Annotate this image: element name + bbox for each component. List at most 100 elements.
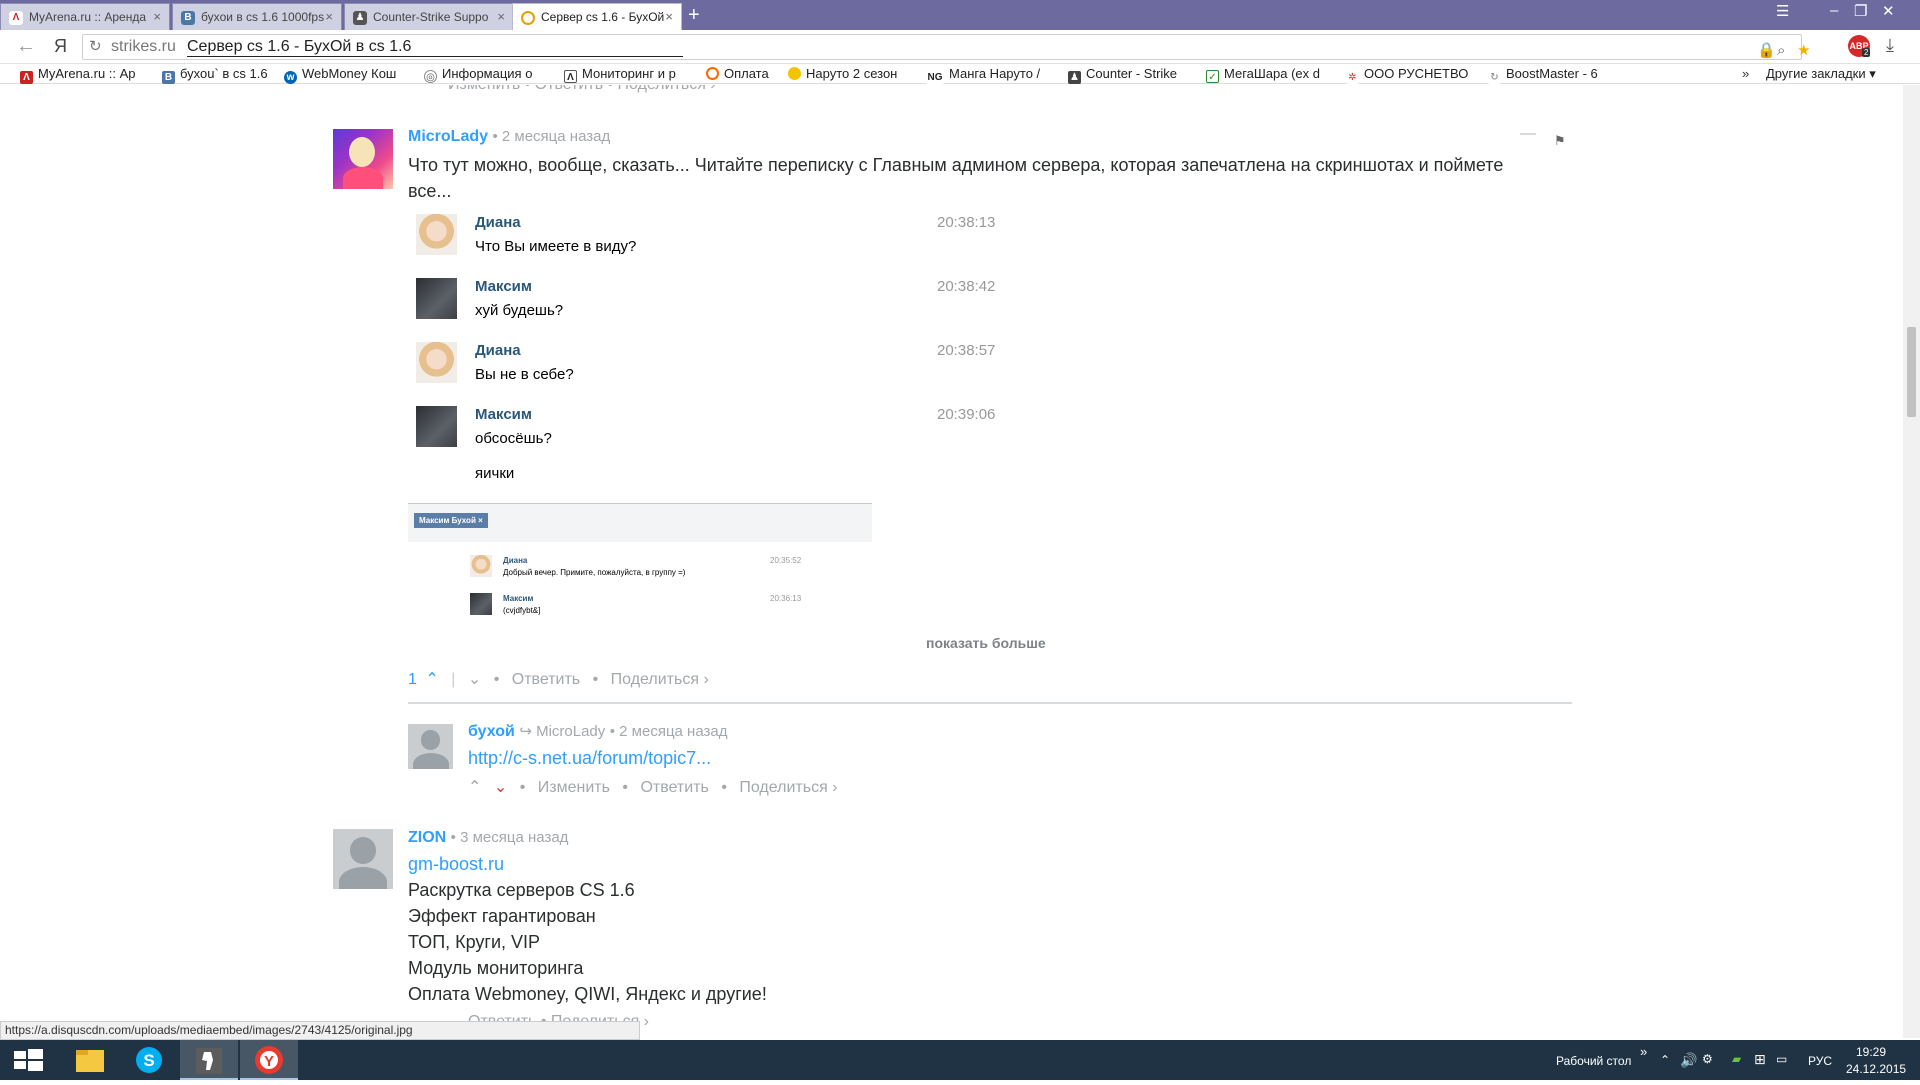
taskbar: S Y Рабочий стол » ⌃ 🔊 ⚙ ▰ ⊞ ▭ РУС 19:29… [0, 1040, 1920, 1080]
avatar[interactable] [333, 129, 393, 189]
reply-link[interactable]: Ответить [512, 671, 580, 688]
naruto-icon [788, 67, 801, 80]
mini-message: Максим (cvjdfybt&] 20:36:13 [470, 593, 850, 617]
action-center-icon[interactable]: ▭ [1776, 1052, 1787, 1066]
explorer-taskbar-button[interactable] [60, 1040, 118, 1080]
avatar [416, 214, 457, 255]
edit-link[interactable]: Изменить [538, 779, 610, 796]
comment-link[interactable]: gm-boost.ru [408, 851, 504, 877]
more-bookmarks-icon[interactable]: » [1742, 66, 1749, 81]
bookmark-boostmaster[interactable]: ↻ BoostMaster - 6 [1488, 66, 1614, 84]
embedded-screenshot[interactable]: Максим Бухой × Диана Добрый вечер. Прими… [408, 503, 872, 619]
bookmark-vk[interactable]: Bбухоu` в cs 1.6 [162, 66, 274, 84]
reply-time[interactable]: 2 месяца назад [619, 723, 727, 740]
minimize-icon[interactable]: – [1830, 2, 1838, 19]
bookmark-webmoney[interactable]: w WebMoney Кош [284, 66, 412, 84]
reply-link[interactable]: Ответить [640, 779, 708, 796]
lock-icon[interactable]: 🔒 [1757, 39, 1776, 63]
screenshot-tag: Максим Бухой × [414, 513, 488, 528]
yandex-icon[interactable]: Я [54, 36, 67, 57]
downvote-icon[interactable]: ⌄ [494, 779, 507, 796]
new-tab-icon[interactable]: + [688, 4, 700, 27]
reply-to[interactable]: MicroLady [536, 723, 605, 740]
tab-active[interactable]: Сервер cs 1.6 - БухОй × [512, 3, 682, 30]
chat-extra-text: яички [475, 465, 515, 482]
comment-time[interactable]: 2 месяца назад [502, 128, 610, 145]
comment-text-line1: Что тут можно, вообще, сказать... Читайт… [408, 155, 1504, 175]
bookmark-info[interactable]: ◎ Информация о [424, 66, 552, 83]
skype-taskbar-button[interactable]: S [120, 1040, 178, 1080]
skype-icon: S [136, 1047, 162, 1073]
download-icon[interactable]: ⤓ [1886, 35, 1894, 56]
bookmark-monitoring[interactable]: Λ Мониторинг и р [564, 66, 692, 83]
desktop-toolbar-label[interactable]: Рабочий стол [1556, 1054, 1631, 1068]
share-link[interactable]: Поделиться › [611, 671, 709, 688]
address-domain: strikes.ru [111, 38, 176, 55]
bookmark-manga[interactable]: NG Манга Наруто / [926, 66, 1052, 84]
qiwi-icon [706, 67, 719, 80]
clock-date[interactable]: 24.12.2015 [1846, 1062, 1906, 1076]
yandex-browser-taskbar-button[interactable]: Y [240, 1040, 298, 1080]
reload-icon[interactable]: ↻ [89, 35, 102, 59]
chat-text: Вы не в себе? [475, 366, 574, 383]
address-underline [187, 56, 683, 57]
top-partial-actions[interactable]: Изменить • Ответить • Поделиться › [448, 85, 724, 94]
bookmark-cs[interactable]: ♟ Counter - Strike [1068, 66, 1192, 84]
language-indicator[interactable]: РУС [1808, 1054, 1832, 1068]
back-icon[interactable]: ← [16, 35, 36, 58]
tab-vk[interactable]: B бухoи в cs 1.6 1000fps × [172, 3, 342, 30]
zoom-icon[interactable]: ⌕ [1777, 39, 1785, 63]
window-close-icon[interactable]: ✕ [1882, 2, 1895, 20]
reply-author[interactable]: бухой [468, 723, 515, 740]
star-icon[interactable]: ★ [1797, 39, 1810, 63]
restore-icon[interactable]: ❐ [1854, 2, 1867, 20]
close-icon[interactable]: × [325, 9, 333, 24]
downvote-icon[interactable]: ⌄ [468, 671, 481, 688]
cs-taskbar-button[interactable] [180, 1040, 238, 1080]
close-icon[interactable]: × [665, 9, 673, 24]
comment-time[interactable]: 3 месяца назад [460, 829, 568, 846]
menu-icon[interactable]: ☰ [1776, 2, 1789, 20]
counter-strike-icon [196, 1048, 222, 1074]
other-bookmarks[interactable]: Другие закладки ▾ [1766, 66, 1876, 82]
chat-message: Максим хуй будешь? 20:38:42 [416, 276, 1016, 332]
toolbar: ← Я ↻ strikes.ru Сервер cs 1.6 - БухОй в… [0, 30, 1920, 64]
webmoney-icon: w [284, 71, 297, 84]
show-more-button[interactable]: показать больше [926, 635, 1046, 651]
flag-icon[interactable]: ⚑ [1554, 133, 1566, 149]
chat-time: 20:38:57 [937, 342, 996, 359]
address-bar[interactable]: ↻ strikes.ru Сервер cs 1.6 - БухОй в cs … [82, 34, 1810, 63]
avatar [416, 406, 457, 447]
network-icon[interactable]: ⊞ [1754, 1051, 1766, 1068]
volume-icon[interactable]: 🔊 [1680, 1052, 1697, 1069]
collapse-icon[interactable]: — [1520, 125, 1536, 143]
avatar[interactable] [333, 829, 393, 889]
scrollbar[interactable] [1903, 85, 1920, 1038]
nvidia-icon[interactable]: ▰ [1732, 1052, 1741, 1066]
share-link[interactable]: Поделиться › [739, 779, 837, 796]
close-icon[interactable]: × [153, 9, 161, 24]
comment-author[interactable]: MicroLady [408, 128, 488, 145]
reply-link-url[interactable]: http://c-s.net.ua/forum/topic7... [468, 745, 711, 771]
toolbar-expand-icon[interactable]: » [1640, 1044, 1647, 1059]
bookmark-naruto[interactable]: Наруто 2 сезон [788, 66, 918, 81]
steam-icon[interactable]: ⚙ [1702, 1052, 1713, 1066]
bookmark-megashara[interactable]: ✓ МегаШара (ex d [1206, 66, 1330, 83]
comment-author[interactable]: ZION [408, 829, 446, 846]
upvote-icon[interactable]: ⌃ [425, 671, 438, 688]
upvote-icon[interactable]: ⌃ [468, 779, 481, 796]
close-icon[interactable]: × [497, 9, 505, 24]
bookmark-payment[interactable]: Оплата [706, 66, 782, 81]
bookmark-rusnetvo[interactable]: ✲ ООО РУСНЕТВО [1346, 66, 1472, 84]
bookmark-myarena[interactable]: Λ MyArena.ru :: Ар [20, 66, 144, 84]
check-icon: ✓ [1206, 70, 1219, 83]
start-button[interactable] [0, 1040, 58, 1080]
chat-time: 20:38:42 [937, 278, 996, 295]
scrollbar-thumb[interactable] [1907, 327, 1916, 417]
tray-up-icon[interactable]: ⌃ [1660, 1053, 1670, 1067]
tab-myarena[interactable]: Λ MyArena.ru :: Аренда × [0, 3, 170, 30]
tab-cs-support[interactable]: ♟ Counter-Strike Suppo × [344, 3, 514, 30]
status-url: https://a.disquscdn.com/uploads/mediaemb… [0, 1021, 640, 1040]
avatar[interactable] [408, 724, 453, 769]
clock-time[interactable]: 19:29 [1856, 1045, 1886, 1059]
